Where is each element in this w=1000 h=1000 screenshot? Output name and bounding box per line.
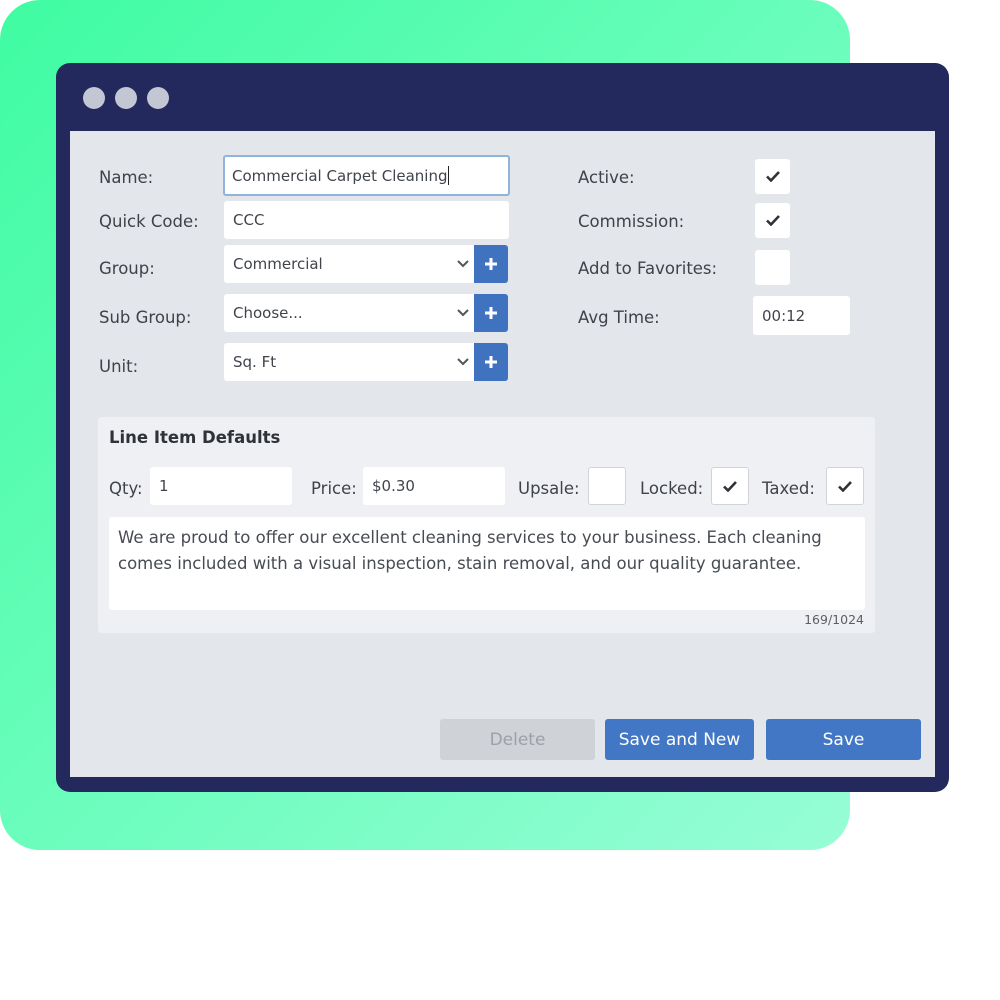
unit-label: Unit: [99, 357, 139, 376]
qty-value: 1 [159, 477, 169, 495]
checkmark-icon [723, 480, 737, 492]
checkmark-icon [765, 215, 780, 226]
checkmark-icon [838, 480, 852, 492]
plus-icon [485, 307, 497, 319]
name-input[interactable]: Commercial Carpet Cleaning [223, 155, 510, 196]
price-input[interactable]: $0.30 [363, 467, 505, 505]
price-value: $0.30 [372, 477, 415, 495]
group-select-value: Commercial [233, 255, 323, 273]
chevron-down-icon [457, 309, 469, 317]
commission-checkbox[interactable] [755, 203, 790, 238]
save-button[interactable]: Save [766, 719, 921, 760]
commission-label: Commission: [578, 212, 685, 231]
group-label: Group: [99, 259, 155, 278]
sub-group-select-value: Choose... [233, 304, 303, 322]
unit-select-value: Sq. Ft [233, 353, 277, 371]
sub-group-label: Sub Group: [99, 308, 192, 327]
delete-button[interactable]: Delete [440, 719, 595, 760]
add-sub-group-button[interactable] [474, 294, 508, 332]
favorites-label: Add to Favorites: [578, 259, 718, 278]
quick-code-label: Quick Code: [99, 212, 199, 231]
active-label: Active: [578, 168, 635, 187]
price-label: Price: [311, 479, 357, 498]
description-textarea[interactable]: We are proud to offer our excellent clea… [109, 517, 865, 610]
quick-code-value: CCC [233, 211, 265, 229]
qty-input[interactable]: 1 [150, 467, 292, 505]
name-label: Name: [99, 168, 154, 187]
name-input-value: Commercial Carpet Cleaning [232, 166, 448, 185]
window-control-dot[interactable] [83, 87, 105, 109]
avg-time-value: 00:12 [762, 306, 806, 325]
chevron-down-icon [457, 358, 469, 366]
avg-time-label: Avg Time: [578, 308, 660, 327]
qty-label: Qty: [109, 479, 143, 498]
text-caret [448, 166, 450, 185]
taxed-checkbox[interactable] [826, 467, 864, 505]
taxed-label: Taxed: [762, 479, 815, 498]
active-checkbox[interactable] [755, 159, 790, 194]
plus-icon [485, 258, 497, 270]
group-select[interactable]: Commercial [224, 245, 475, 283]
character-counter: 169/1024 [804, 612, 864, 627]
save-and-new-button[interactable]: Save and New [605, 719, 754, 760]
checkmark-icon [765, 171, 780, 182]
plus-icon [485, 356, 497, 368]
add-group-button[interactable] [474, 245, 508, 283]
panel-title: Line Item Defaults [109, 428, 281, 447]
upsale-label: Upsale: [518, 479, 580, 498]
quick-code-input[interactable]: CCC [224, 201, 509, 239]
line-item-defaults-panel: Line Item Defaults Qty: 1 Price: $0.30 U… [98, 417, 875, 633]
favorites-checkbox[interactable] [755, 250, 790, 285]
locked-label: Locked: [640, 479, 704, 498]
unit-select[interactable]: Sq. Ft [224, 343, 475, 381]
description-text: We are proud to offer our excellent clea… [118, 528, 822, 573]
add-unit-button[interactable] [474, 343, 508, 381]
upsale-checkbox[interactable] [588, 467, 626, 505]
sub-group-select[interactable]: Choose... [224, 294, 475, 332]
chevron-down-icon [457, 260, 469, 268]
avg-time-input[interactable]: 00:12 [753, 296, 850, 335]
locked-checkbox[interactable] [711, 467, 749, 505]
window-control-dot[interactable] [147, 87, 169, 109]
window-control-dot[interactable] [115, 87, 137, 109]
